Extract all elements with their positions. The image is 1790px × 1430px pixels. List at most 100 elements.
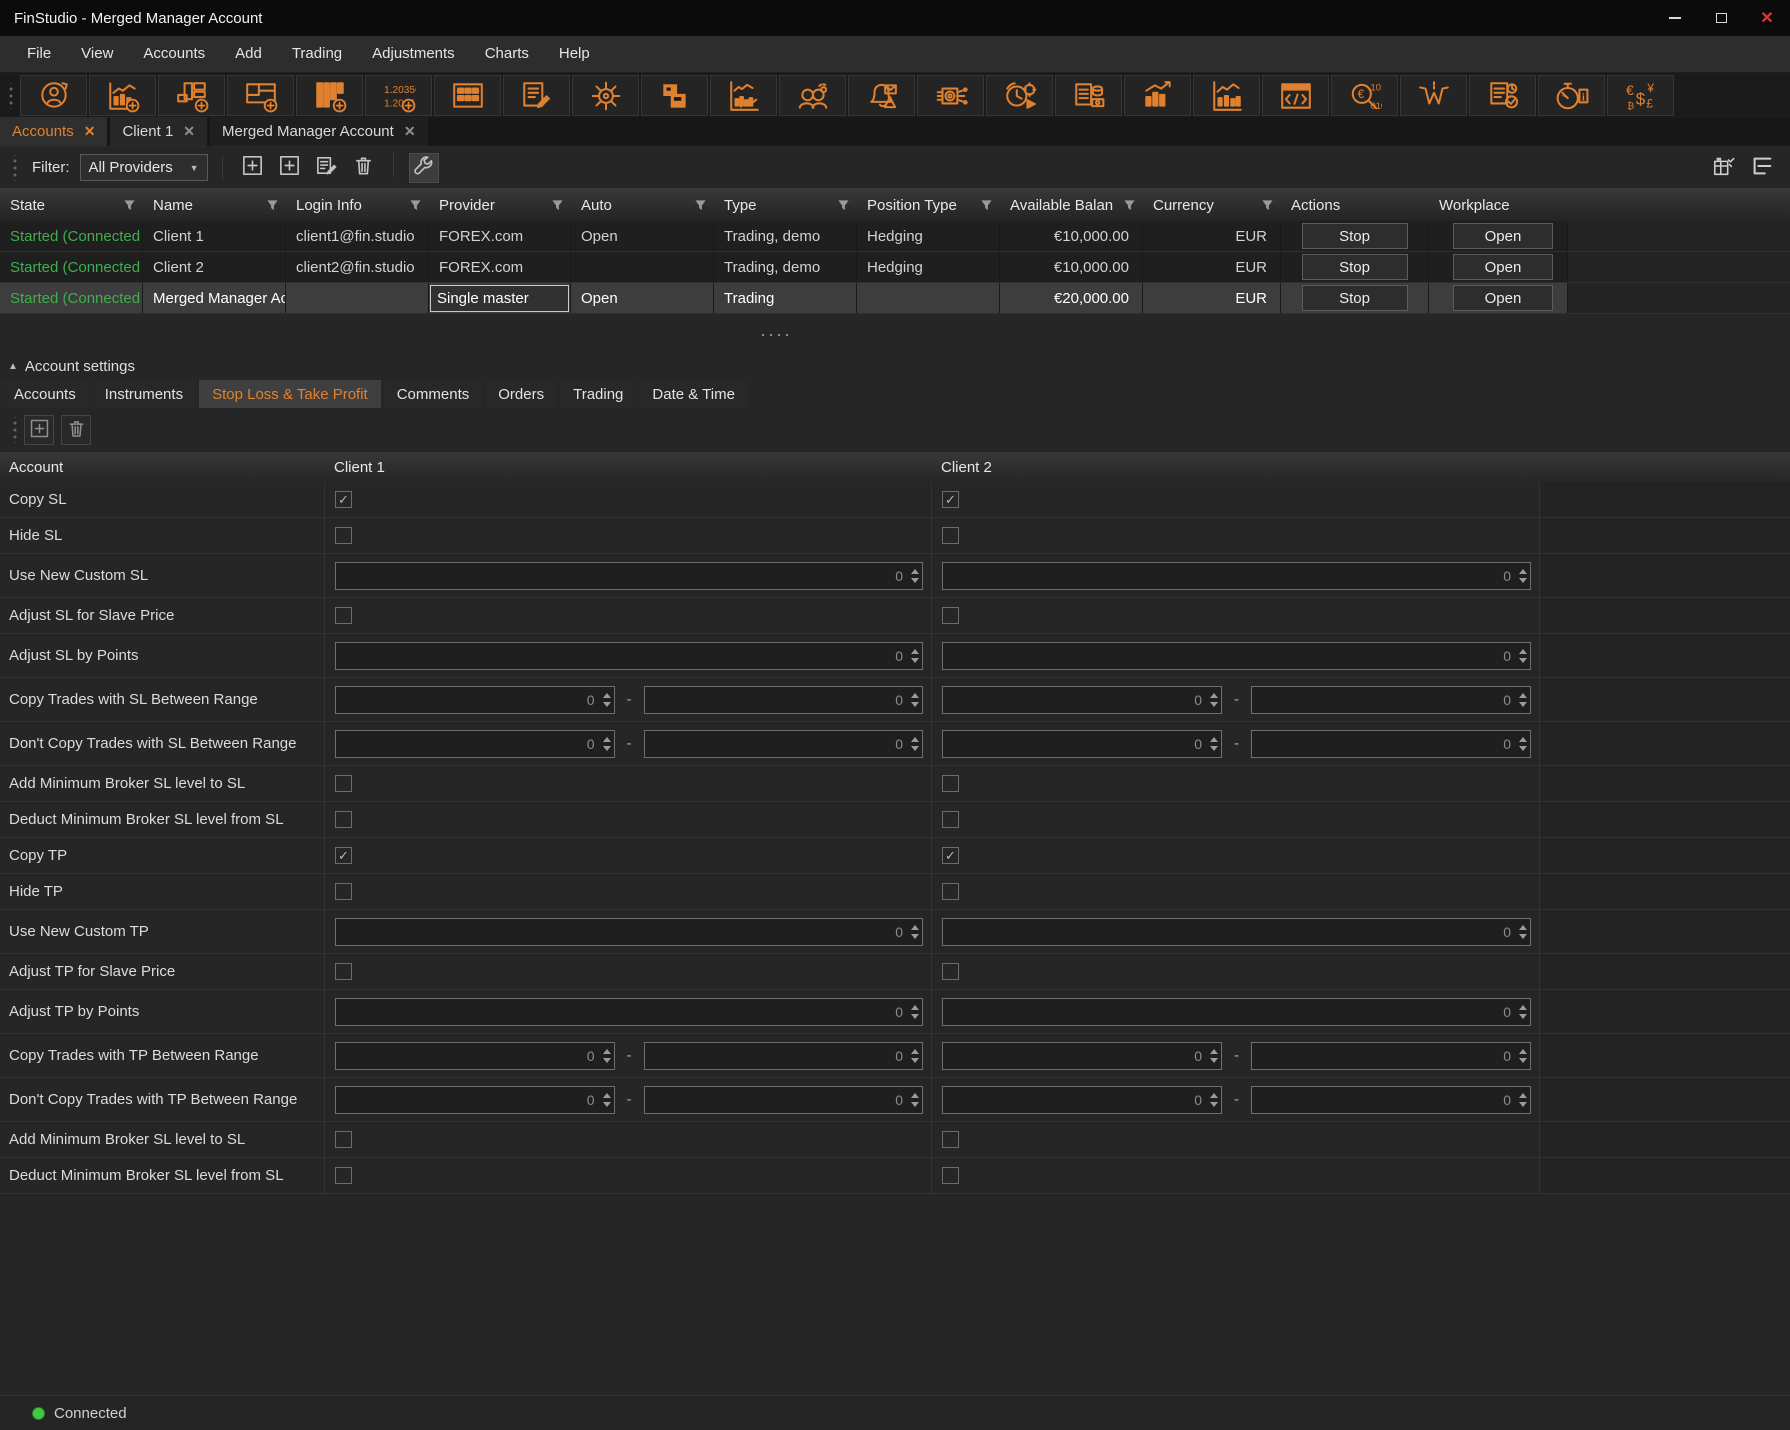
spin-down-icon[interactable]	[911, 746, 919, 751]
spin-down-icon[interactable]	[1519, 1102, 1527, 1107]
number-input[interactable]: 0	[942, 1086, 1222, 1114]
script-editor-button[interactable]	[1262, 75, 1329, 116]
column-header-auto[interactable]: Auto	[571, 189, 714, 221]
column-header-state[interactable]: State	[0, 189, 143, 221]
checkbox[interactable]	[942, 1167, 959, 1184]
number-input[interactable]: 0	[942, 1042, 1222, 1070]
stop-button[interactable]: Stop	[1302, 285, 1408, 311]
checkbox[interactable]	[942, 775, 959, 792]
menu-file[interactable]: File	[12, 36, 66, 72]
spin-up-icon[interactable]	[911, 737, 919, 742]
filter-funnel-icon[interactable]	[266, 199, 279, 212]
spinner[interactable]	[908, 1087, 922, 1113]
spin-up-icon[interactable]	[911, 569, 919, 574]
stop-button[interactable]: Stop	[1302, 254, 1408, 280]
number-input[interactable]: 0	[335, 686, 615, 714]
checkbox[interactable]	[942, 1131, 959, 1148]
spin-up-icon[interactable]	[1210, 1049, 1218, 1054]
checkbox-checked[interactable]: ✓	[942, 491, 959, 508]
spin-down-icon[interactable]	[1519, 746, 1527, 751]
tab-accounts[interactable]: Accounts✕	[0, 117, 107, 146]
spinner[interactable]	[1207, 1087, 1221, 1113]
number-input[interactable]: 0	[644, 686, 924, 714]
spin-up-icon[interactable]	[911, 1049, 919, 1054]
open-workplace-button[interactable]: Open	[1453, 254, 1553, 280]
spin-up-icon[interactable]	[1519, 569, 1527, 574]
timer-info-button[interactable]: i	[1538, 75, 1605, 116]
columns-add-button[interactable]	[296, 75, 363, 116]
portfolio-button[interactable]	[1124, 75, 1191, 116]
data-search-button[interactable]: €101010	[1331, 75, 1398, 116]
panel-splitter[interactable]: ····	[0, 314, 1790, 353]
add-connection-button[interactable]	[275, 153, 305, 183]
spin-down-icon[interactable]	[911, 702, 919, 707]
spin-up-icon[interactable]	[1210, 737, 1218, 742]
spinner[interactable]	[908, 999, 922, 1025]
spin-down-icon[interactable]	[603, 746, 611, 751]
currency-converter-button[interactable]: €$¥£₿	[1607, 75, 1674, 116]
settings-tab-instruments[interactable]: Instruments	[92, 380, 196, 408]
spinner[interactable]	[908, 1043, 922, 1069]
menu-trading[interactable]: Trading	[277, 36, 357, 72]
number-input[interactable]: 0	[335, 998, 923, 1026]
multi-chart-button[interactable]	[710, 75, 777, 116]
spinner[interactable]	[1516, 643, 1530, 669]
spinner[interactable]	[1516, 919, 1530, 945]
spin-up-icon[interactable]	[1210, 1093, 1218, 1098]
spin-down-icon[interactable]	[1210, 702, 1218, 707]
spin-down-icon[interactable]	[911, 1102, 919, 1107]
spin-down-icon[interactable]	[911, 934, 919, 939]
automation-button[interactable]	[917, 75, 984, 116]
checkbox[interactable]	[942, 883, 959, 900]
spin-down-icon[interactable]	[603, 1058, 611, 1063]
spinner[interactable]	[908, 919, 922, 945]
checkbox[interactable]	[335, 527, 352, 544]
tab-client-1[interactable]: Client 1✕	[110, 117, 207, 146]
checkbox[interactable]	[942, 527, 959, 544]
checkbox[interactable]	[942, 607, 959, 624]
account-row-1[interactable]: Started (ConnectedClient 1client1@fin.st…	[0, 221, 1790, 252]
settings-tab-stop-loss-take-profit[interactable]: Stop Loss & Take Profit	[199, 380, 381, 408]
checkbox-checked[interactable]: ✓	[942, 847, 959, 864]
layout-add-button[interactable]	[158, 75, 225, 116]
spinner[interactable]	[1516, 999, 1530, 1025]
settings-column-header-client-2[interactable]: Client 2	[932, 452, 1540, 482]
checkbox[interactable]	[942, 963, 959, 980]
spin-down-icon[interactable]	[1210, 1058, 1218, 1063]
column-header-position-type[interactable]: Position Type	[857, 189, 1000, 221]
spin-down-icon[interactable]	[1519, 578, 1527, 583]
spin-up-icon[interactable]	[1210, 693, 1218, 698]
spin-down-icon[interactable]	[1519, 658, 1527, 663]
checkbox[interactable]	[335, 1167, 352, 1184]
spinner[interactable]	[908, 731, 922, 757]
spin-down-icon[interactable]	[1210, 1102, 1218, 1107]
spinner[interactable]	[1516, 563, 1530, 589]
stop-button[interactable]: Stop	[1302, 223, 1408, 249]
column-header-login-info[interactable]: Login Info	[286, 189, 429, 221]
maximize-button[interactable]	[1698, 0, 1744, 36]
column-header-type[interactable]: Type	[714, 189, 857, 221]
provider-edit-input[interactable]: Single master	[430, 285, 569, 312]
checkbox[interactable]	[335, 775, 352, 792]
edit-note-button[interactable]	[312, 153, 342, 183]
spin-up-icon[interactable]	[603, 737, 611, 742]
tree-view-button[interactable]	[1750, 154, 1774, 182]
menu-accounts[interactable]: Accounts	[128, 36, 220, 72]
spin-down-icon[interactable]	[911, 1014, 919, 1019]
column-header-workplace[interactable]: Workplace	[1429, 189, 1568, 221]
checkbox[interactable]	[942, 811, 959, 828]
settings-tab-accounts[interactable]: Accounts	[1, 380, 89, 408]
account-settings-header[interactable]: ▲ Account settings	[0, 353, 1790, 380]
notifications-button[interactable]	[848, 75, 915, 116]
settings-column-header-client-1[interactable]: Client 1	[325, 452, 932, 482]
number-input[interactable]: 0	[942, 686, 1222, 714]
spin-up-icon[interactable]	[1519, 1005, 1527, 1010]
tab-close-icon[interactable]: ✕	[404, 123, 416, 140]
tab-close-icon[interactable]: ✕	[183, 123, 195, 140]
add-row-button[interactable]	[24, 415, 54, 445]
spin-up-icon[interactable]	[911, 1093, 919, 1098]
checkbox[interactable]	[335, 607, 352, 624]
number-input[interactable]: 0	[942, 730, 1222, 758]
number-input[interactable]: 0	[335, 1042, 615, 1070]
spin-down-icon[interactable]	[911, 658, 919, 663]
